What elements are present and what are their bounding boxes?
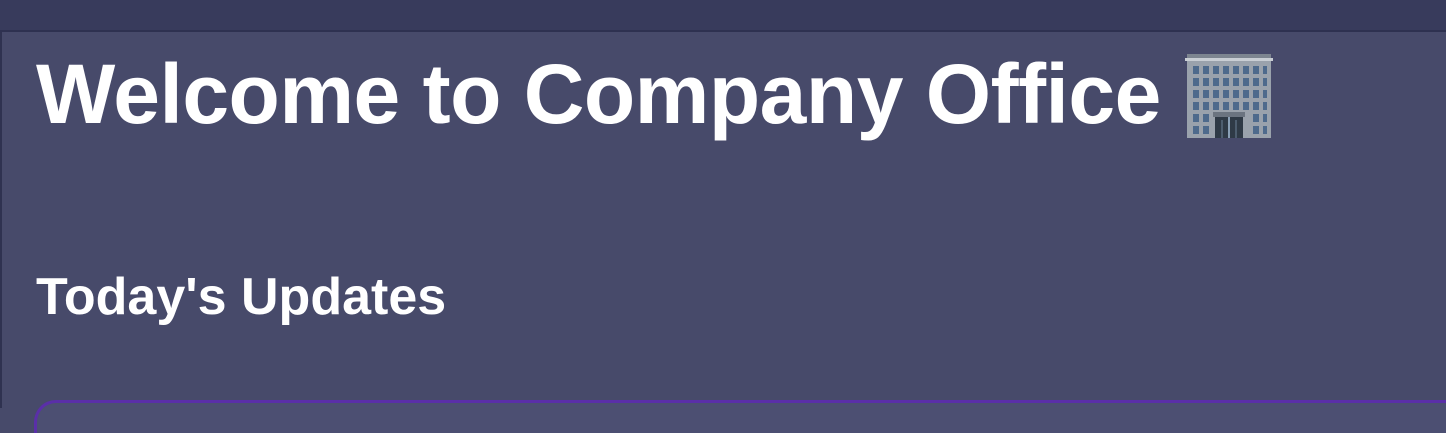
window-left-edge — [0, 0, 2, 408]
top-bar — [0, 0, 1446, 32]
page-title: Welcome to Company Office — [36, 47, 1161, 141]
updates-heading: Today's Updates — [36, 268, 447, 326]
update-card — [34, 400, 1446, 433]
office-building-icon — [1183, 48, 1275, 140]
title-row: Welcome to Company Office — [36, 44, 1275, 144]
